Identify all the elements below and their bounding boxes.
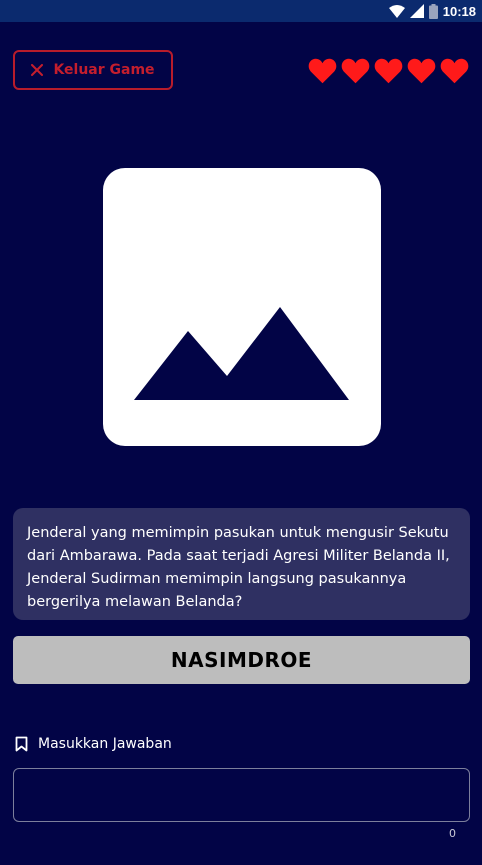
status-time: 10:18 xyxy=(442,3,476,19)
answer-label-text: Masukkan Jawaban xyxy=(38,736,172,752)
answer-label: Masukkan Jawaban xyxy=(15,736,172,752)
answer-input[interactable] xyxy=(13,768,470,822)
character-counter: 0 xyxy=(449,827,456,840)
heart-icon xyxy=(374,58,403,84)
question-text: Jenderal yang memimpin pasukan untuk men… xyxy=(27,525,450,610)
image-placeholder-icon xyxy=(134,307,349,400)
question-text-box: Jenderal yang memimpin pasukan untuk men… xyxy=(13,508,470,620)
exit-game-button[interactable]: Keluar Game xyxy=(13,50,173,90)
status-icons: 10:18 xyxy=(388,2,476,20)
bookmark-icon xyxy=(15,736,28,752)
scrambled-word: NASIMDROE xyxy=(13,636,470,684)
heart-icon xyxy=(341,58,370,84)
wifi-icon xyxy=(388,4,405,18)
status-bar: 10:18 xyxy=(0,0,482,22)
heart-icon xyxy=(308,58,337,84)
lives-indicator xyxy=(308,57,469,85)
question-image xyxy=(103,168,381,446)
exit-game-label: Keluar Game xyxy=(53,62,155,78)
scrambled-word-text: NASIMDROE xyxy=(170,648,313,672)
battery-icon xyxy=(428,3,438,19)
signal-icon xyxy=(409,4,424,18)
heart-icon xyxy=(407,58,436,84)
heart-icon xyxy=(440,58,469,84)
close-icon xyxy=(31,64,44,76)
